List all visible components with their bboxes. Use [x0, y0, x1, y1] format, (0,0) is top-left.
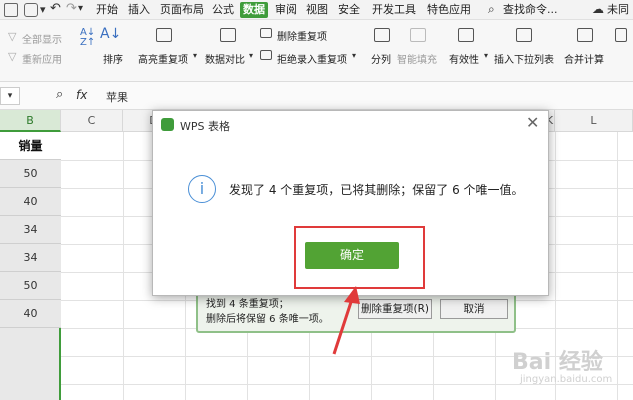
print-preview-icon[interactable] — [24, 3, 38, 17]
zoom-search-icon[interactable]: ⌕ — [56, 87, 63, 102]
insert-dropdown-icon — [516, 28, 532, 42]
smart-fill-icon — [410, 28, 426, 42]
merge-calc-icon — [577, 28, 593, 42]
more-tools-icon[interactable] — [615, 28, 627, 42]
column-header-b[interactable]: B — [0, 110, 61, 132]
cloud-icon[interactable]: ☁ — [592, 2, 604, 16]
insert-dropdown-list-button[interactable]: 插入下拉列表 — [494, 51, 554, 66]
menu-item-special[interactable]: 特色应用 — [427, 2, 471, 18]
highlight-duplicates-button[interactable]: 高亮重复项 — [138, 51, 188, 66]
value-cell[interactable]: 34 — [0, 244, 61, 272]
name-box-dropdown[interactable]: ▾ — [0, 87, 20, 105]
split-column-icon — [374, 28, 390, 42]
search-icon: ⌕ — [488, 2, 495, 16]
merge-calc-button[interactable]: 合并计算 — [564, 51, 604, 66]
menu-bar: ▾ ↶ ↷ ▾ 开始 插入 页面布局 公式 数据 审阅 视图 安全 开发工具 特… — [0, 0, 633, 20]
dialog-title: WPS 表格 — [180, 120, 230, 133]
redo-icon[interactable]: ↷ — [66, 1, 77, 16]
show-all-button[interactable]: 全部显示 — [22, 31, 62, 46]
grid-line — [123, 132, 124, 400]
file-icon[interactable] — [4, 3, 18, 17]
dialog-message: 发现了 4 个重复项，已将其删除；保留了 6 个唯一值。 — [229, 183, 524, 197]
highlight-duplicates-icon — [156, 28, 172, 42]
menu-item-security[interactable]: 安全 — [338, 2, 360, 18]
header-cell-sales[interactable]: 销量 — [0, 132, 61, 160]
wps-logo-icon — [161, 118, 174, 131]
chevron-down-icon[interactable]: ▾ — [352, 51, 356, 60]
smart-fill-button[interactable]: 智能填充 — [397, 51, 437, 66]
filter-icon: ▽ — [8, 30, 17, 43]
delete-duplicates-icon — [260, 28, 272, 38]
menu-item-review[interactable]: 审阅 — [275, 2, 297, 18]
value-cell[interactable]: 40 — [0, 188, 61, 216]
ok-button[interactable]: 确定 — [305, 242, 399, 269]
close-icon[interactable]: ✕ — [526, 113, 539, 132]
reject-duplicates-icon — [260, 50, 272, 60]
will-keep-text: 删除后将保留 6 条唯一项。 — [206, 314, 329, 325]
reject-duplicates-button[interactable]: 拒绝录入重复项 — [277, 51, 347, 66]
command-search[interactable]: 查找命令... — [503, 2, 558, 18]
chevron-down-icon[interactable]: ▾ — [249, 51, 253, 60]
menu-item-insert[interactable]: 插入 — [128, 2, 150, 18]
quick-access-more-icon[interactable]: ▾ — [78, 3, 83, 14]
grid-line — [617, 132, 618, 400]
sync-status[interactable]: 未同 — [607, 2, 629, 18]
annotation-arrow-icon — [332, 286, 360, 355]
menu-item-data[interactable]: 数据 — [240, 2, 268, 18]
column-header-c[interactable]: C — [61, 110, 123, 132]
reapply-icon: ▽ — [8, 50, 17, 63]
ribbon-toolbar: ▽ 全部显示 ▽ 重新应用 A↓ Z↑ A↓ 排序 高亮重复项 ▾ 数据对比 ▾ … — [0, 20, 633, 82]
formula-input[interactable]: 苹果 — [106, 89, 128, 105]
cancel-button[interactable]: 取消 — [440, 299, 508, 319]
dropdown-caret-icon[interactable]: ▾ — [40, 3, 46, 16]
validity-icon — [458, 28, 474, 42]
chevron-down-icon[interactable]: ▾ — [193, 51, 197, 60]
reapply-button[interactable]: 重新应用 — [22, 51, 62, 66]
sort-button[interactable]: 排序 — [103, 51, 123, 66]
found-duplicates-text: 找到 4 条重复项； — [206, 299, 289, 310]
sort-ascending-icon[interactable]: A↓ Z↑ — [80, 28, 95, 48]
wps-message-dialog: WPS 表格 ✕ i 发现了 4 个重复项，已将其删除；保留了 6 个唯一值。 … — [152, 110, 549, 296]
menu-item-developer[interactable]: 开发工具 — [372, 2, 416, 18]
menu-item-view[interactable]: 视图 — [306, 2, 328, 18]
value-cell[interactable]: 40 — [0, 300, 61, 328]
data-compare-icon — [220, 28, 236, 42]
sort-descending-icon[interactable]: A↓ — [100, 26, 121, 42]
undo-icon[interactable]: ↶ — [50, 1, 61, 16]
data-compare-button[interactable]: 数据对比 — [205, 51, 245, 66]
delete-duplicates-button[interactable]: 删除重复项 — [277, 28, 327, 43]
baidu-watermark-url: jingyan.baidu.com — [520, 374, 613, 385]
split-column-button[interactable]: 分列 — [371, 51, 391, 66]
validity-button[interactable]: 有效性 — [449, 51, 479, 66]
value-cell[interactable]: 50 — [0, 160, 61, 188]
value-cell[interactable]: 50 — [0, 272, 61, 300]
menu-item-page-layout[interactable]: 页面布局 — [160, 2, 204, 18]
formula-bar: ▾ ⌕ fx 苹果 — [0, 82, 633, 110]
menu-item-start[interactable]: 开始 — [96, 2, 118, 18]
value-cell[interactable]: 34 — [0, 216, 61, 244]
info-icon: i — [188, 175, 216, 203]
baidu-watermark: Bai 经验 — [512, 350, 603, 375]
column-header-l[interactable]: L — [555, 110, 633, 132]
menu-item-formula[interactable]: 公式 — [212, 2, 234, 18]
chevron-down-icon[interactable]: ▾ — [484, 51, 488, 60]
fx-icon[interactable]: fx — [76, 88, 87, 102]
